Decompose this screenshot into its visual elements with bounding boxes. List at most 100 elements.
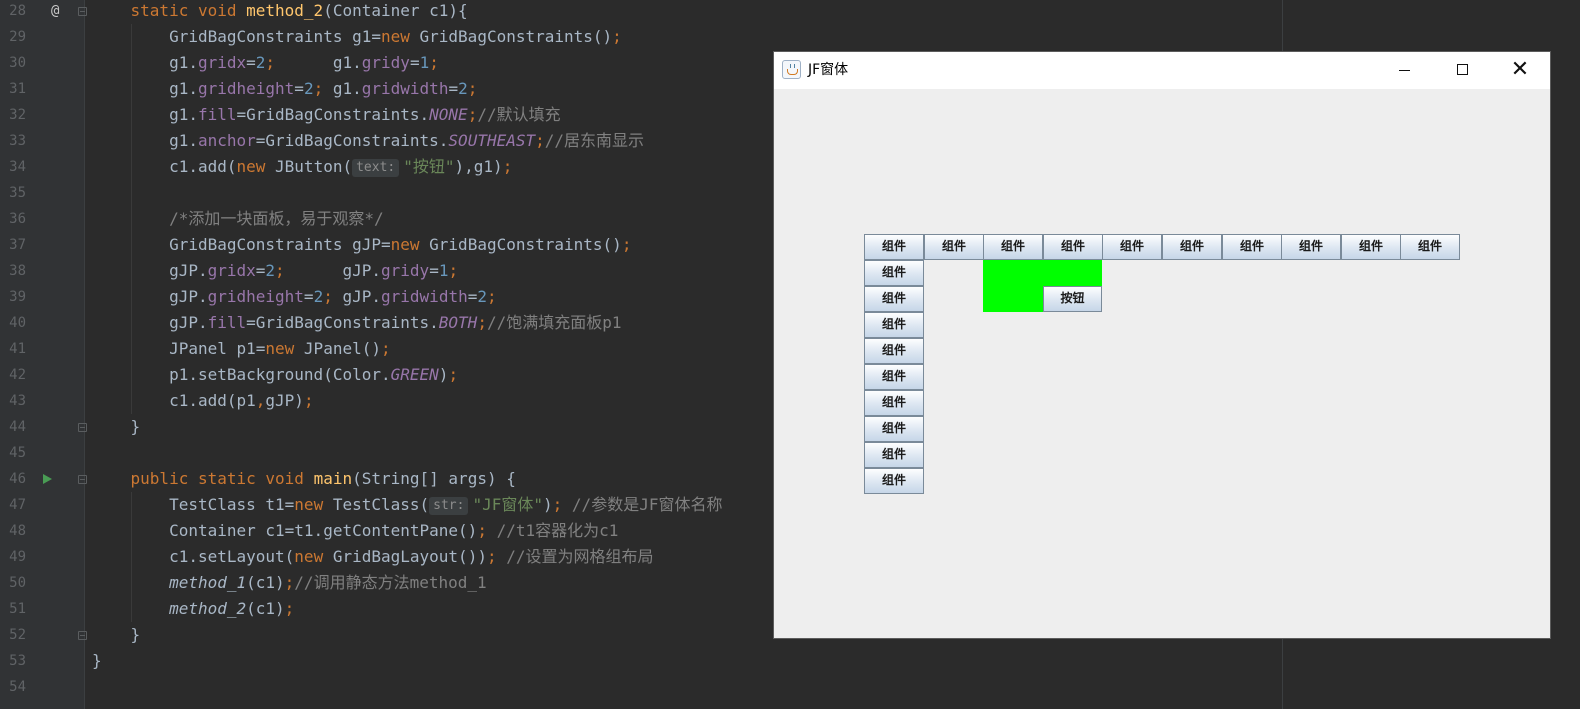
code-token: =GridBagConstraints. <box>236 105 430 124</box>
code-line[interactable]: g1.gridheight=2; g1.gridwidth=2; <box>92 76 477 102</box>
maximize-button[interactable] <box>1433 52 1491 89</box>
code-line[interactable]: JPanel p1=new JPanel(); <box>92 336 391 362</box>
component-button[interactable]: 组件 <box>1281 234 1341 260</box>
component-button[interactable]: 组件 <box>864 312 924 338</box>
fold-toggle-icon[interactable] <box>78 631 87 640</box>
code-line[interactable]: method_1(c1);//调用静态方法method_1 <box>92 570 487 596</box>
code-token: fill <box>197 105 237 124</box>
component-button[interactable]: 组件 <box>1162 234 1222 260</box>
code-line[interactable]: p1.setBackground(Color.GREEN); <box>92 362 458 388</box>
component-button[interactable]: 组件 <box>864 260 924 286</box>
code-token: BOTH <box>438 313 478 332</box>
fold-toggle-icon[interactable] <box>78 7 87 16</box>
code-token: g1. <box>92 131 198 150</box>
line-number: 53 <box>9 653 26 669</box>
code-token: gJP) <box>265 391 304 410</box>
window-title: JF窗体 <box>808 62 849 78</box>
component-button[interactable]: 组件 <box>1341 234 1401 260</box>
component-button[interactable]: 组件 <box>864 390 924 416</box>
code-token: (c1) <box>246 599 285 618</box>
code-line[interactable]: Container c1=t1.getContentPane(); //t1容器… <box>92 518 618 544</box>
component-button[interactable]: 组件 <box>1043 234 1103 260</box>
run-arrow-icon[interactable] <box>43 474 52 484</box>
code-token: ; <box>313 79 324 98</box>
code-token: gridheight <box>207 287 304 306</box>
code-line[interactable]: g1.gridx=2; g1.gridy=1; <box>92 50 439 76</box>
code-token: //饱满填充面板p1 <box>486 313 622 332</box>
code-token: ; <box>284 599 295 618</box>
code-line[interactable]: gJP.fill=GridBagConstraints.BOTH;//饱满填充面… <box>92 310 622 336</box>
code-token: JPanel() <box>303 339 381 358</box>
code-token: gJP. <box>92 261 208 280</box>
code-token: public static void <box>130 469 314 488</box>
component-button[interactable]: 组件 <box>1102 234 1162 260</box>
component-button[interactable]: 组件 <box>924 234 984 260</box>
code-token: 2 <box>458 79 468 98</box>
parameter-hint: str: <box>429 497 469 515</box>
code-token: Container c1=t1.getContentPane() <box>92 521 478 540</box>
code-token: new <box>294 495 333 514</box>
component-button[interactable]: 组件 <box>864 234 924 260</box>
component-button[interactable]: 组件 <box>864 468 924 494</box>
code-token: GREEN <box>390 365 439 384</box>
component-button[interactable]: 组件 <box>1222 234 1282 260</box>
component-button[interactable]: 组件 <box>864 442 924 468</box>
code-line[interactable]: gJP.gridheight=2; gJP.gridwidth=2; <box>92 284 497 310</box>
close-button[interactable]: ✕ <box>1491 52 1549 89</box>
code-token: NONE <box>429 105 468 124</box>
code-line[interactable]: c1.add(new JButton(text: "按钮"),g1); <box>92 154 512 180</box>
fold-toggle-icon[interactable] <box>78 423 87 432</box>
code-line[interactable]: public static void main(String[] args) { <box>92 466 516 492</box>
code-line[interactable]: GridBagConstraints gJP=new GridBagConstr… <box>92 232 631 258</box>
code-token: ; <box>621 235 632 254</box>
code-line[interactable]: GridBagConstraints g1=new GridBagConstra… <box>92 24 622 50</box>
code-token: ; <box>467 79 478 98</box>
minimize-button[interactable] <box>1375 52 1433 89</box>
fold-toggle-icon[interactable] <box>78 475 87 484</box>
code-token: anchor <box>197 131 256 150</box>
component-button[interactable]: 组件 <box>864 338 924 364</box>
code-line[interactable]: TestClass t1=new TestClass(str: "JF窗体"); … <box>92 492 722 518</box>
code-line[interactable]: gJP.gridx=2; gJP.gridy=1; <box>92 258 458 284</box>
component-button[interactable]: 组件 <box>864 286 924 312</box>
line-number: 54 <box>9 679 26 695</box>
code-token: static void <box>130 1 247 20</box>
indent-guide <box>131 24 132 414</box>
anjiu-button[interactable]: 按钮 <box>1043 286 1102 312</box>
line-number: 52 <box>9 627 26 643</box>
code-token: p1.setBackground(Color. <box>92 365 391 384</box>
line-number: 48 <box>9 523 26 539</box>
component-button[interactable]: 组件 <box>983 234 1043 260</box>
code-token: //t1容器化为c1 <box>496 521 619 540</box>
override-marker-icon[interactable]: @ <box>51 0 59 24</box>
code-line[interactable]: c1.add(p1,gJP); <box>92 388 314 414</box>
code-token: //默认填充 <box>477 105 561 124</box>
window-titlebar[interactable]: JF窗体 ✕ <box>774 52 1550 89</box>
code-line[interactable]: } <box>92 622 141 648</box>
code-token: g1. <box>92 53 198 72</box>
code-token: main <box>313 469 353 488</box>
line-number: 44 <box>9 419 26 435</box>
code-token: GridBagConstraints g1= <box>92 27 381 46</box>
code-line[interactable]: } <box>92 414 141 440</box>
code-line[interactable]: c1.setLayout(new GridBagLayout()); //设置为… <box>92 544 653 570</box>
jframe-window[interactable]: JF窗体 ✕ 组件 组件 组件 组件 组件 组件 组件 组件 组件 组件 组件 组件 组件 组件 组件 组件组… <box>774 52 1550 638</box>
component-button[interactable]: 组件 <box>864 364 924 390</box>
code-line[interactable]: /*添加一块面板，易于观察*/ <box>92 206 384 232</box>
code-line[interactable]: g1.fill=GridBagConstraints.NONE;//默认填充 <box>92 102 561 128</box>
parameter-hint: text: <box>352 159 400 177</box>
code-line[interactable]: } <box>92 648 102 674</box>
code-token: = <box>303 287 314 306</box>
code-token: ; <box>487 287 497 306</box>
code-token: ; <box>303 391 314 410</box>
code-token: } <box>92 651 102 670</box>
code-line[interactable]: static void method_2(Container c1){ <box>92 0 468 24</box>
code-token: TestClass( <box>332 495 430 514</box>
component-button[interactable]: 组件 <box>864 416 924 442</box>
code-line[interactable]: method_2(c1); <box>92 596 294 622</box>
component-button[interactable]: 组件 <box>1400 234 1460 260</box>
code-token: ; <box>265 53 276 72</box>
code-line[interactable]: g1.anchor=GridBagConstraints.SOUTHEAST;/… <box>92 128 644 154</box>
code-token: "JF窗体" <box>472 495 544 514</box>
